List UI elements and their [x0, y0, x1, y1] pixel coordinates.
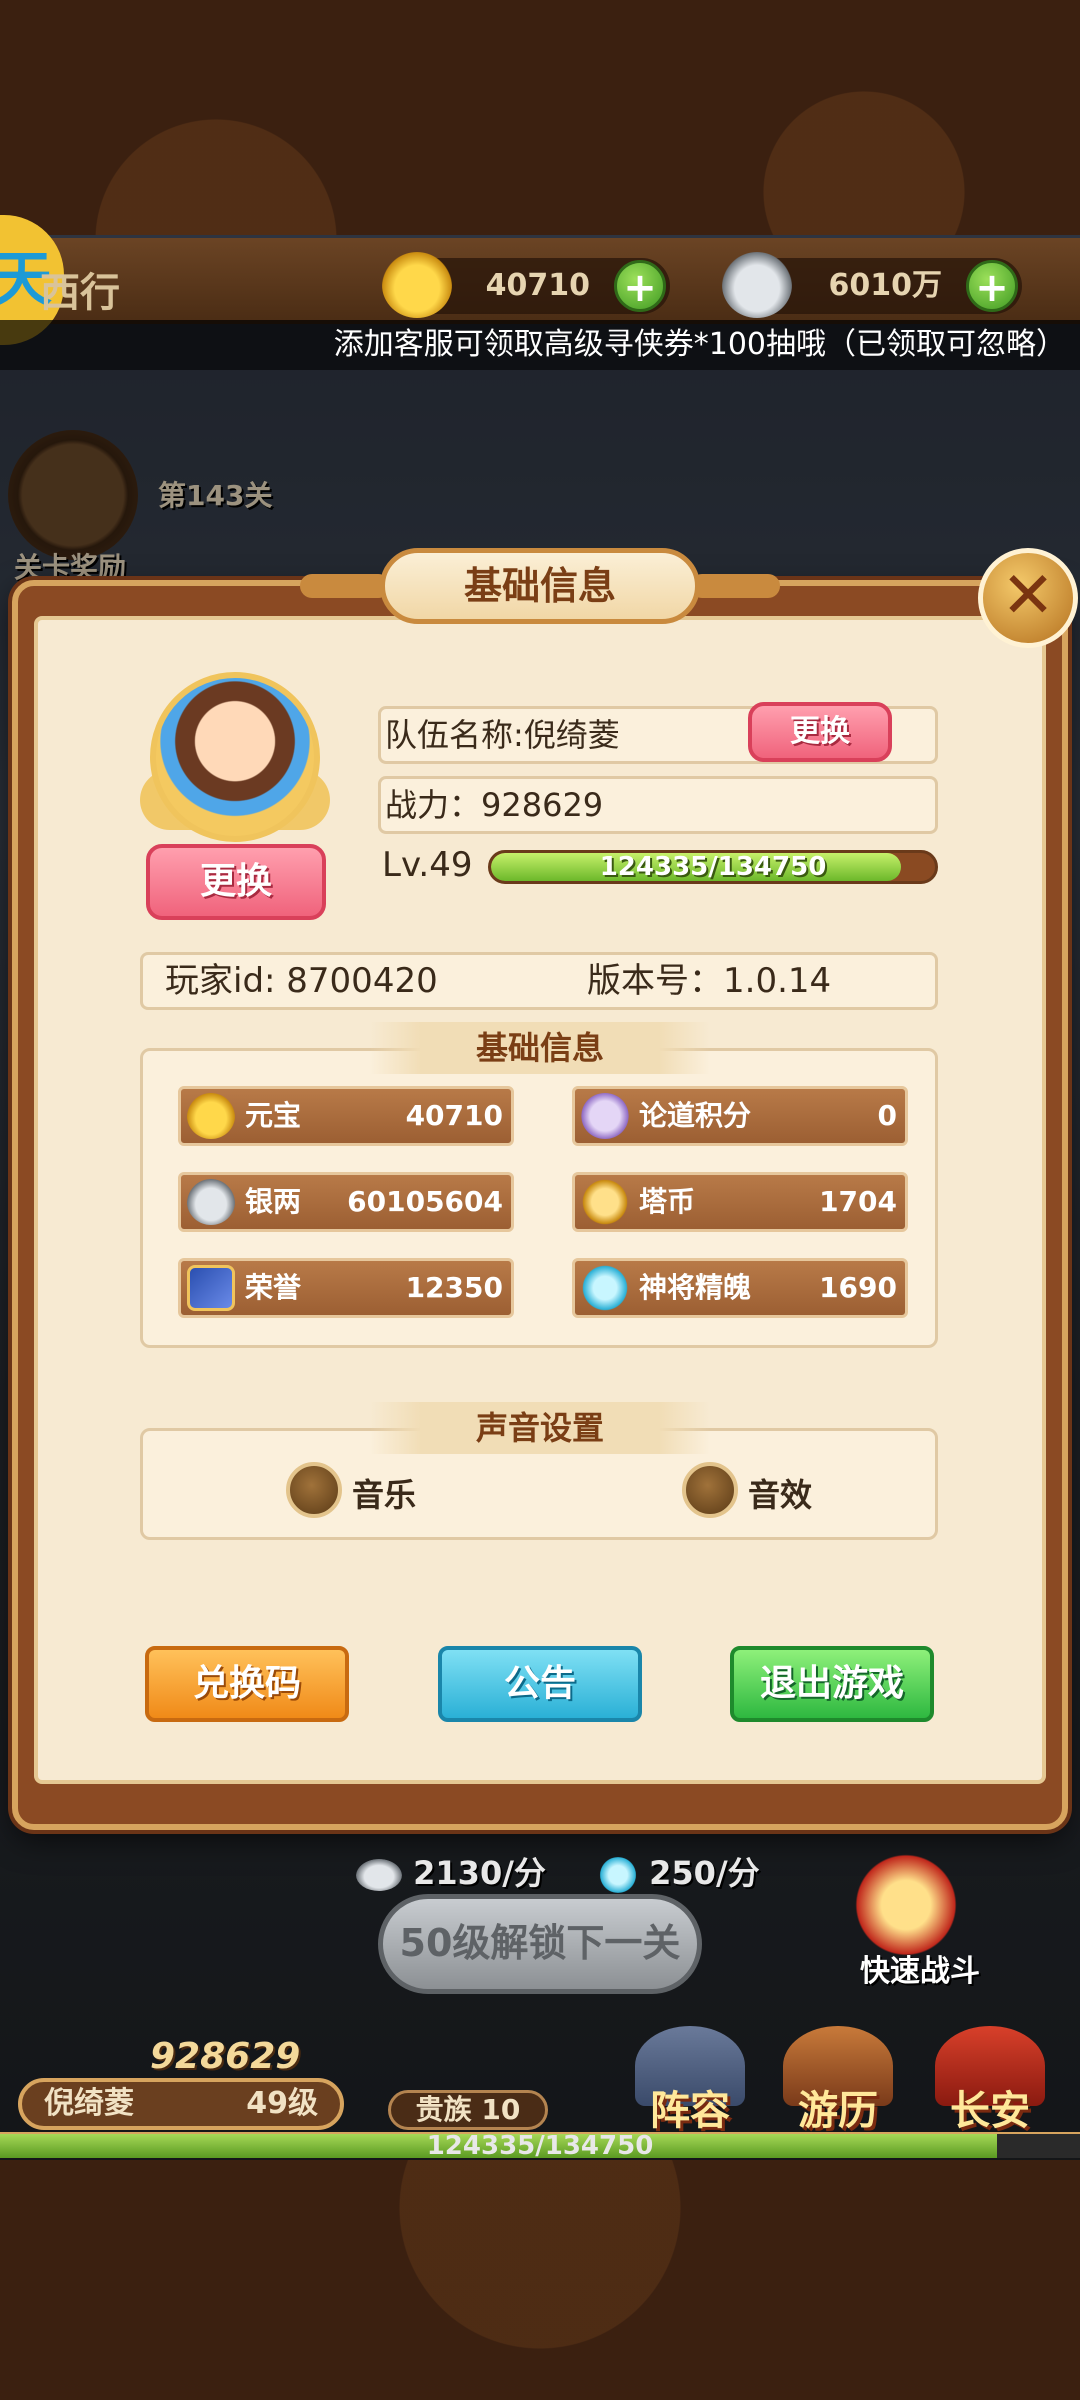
notice-marquee: 添加客服可领取高级寻侠券*100抽哦（已领取可忽略）: [0, 320, 1080, 370]
version-number: 版本号：1.0.14: [587, 961, 832, 1001]
player-name: 倪绮菱: [44, 2086, 134, 2121]
nav-label: 长安: [950, 2088, 1030, 2134]
nav-formation[interactable]: 阵容: [620, 2026, 760, 2136]
change-avatar-button[interactable]: 更换: [146, 844, 326, 920]
silver-ingot-icon: [187, 1179, 235, 1225]
resource-card: 荣誉 12350: [178, 1258, 514, 1318]
resource-name: 神将精魄: [639, 1271, 752, 1304]
resource-name: 论道积分: [639, 1099, 752, 1132]
resource-value: 1704: [819, 1185, 897, 1218]
change-team-name-button[interactable]: 更换: [748, 702, 892, 762]
tower-coin-icon: [581, 1179, 629, 1225]
sfx-label: 音效: [748, 1476, 813, 1514]
silver-rate: 2130/分: [356, 1848, 546, 1894]
silver-ingot-icon: [356, 1859, 402, 1891]
nav-label: 游历: [798, 2088, 878, 2134]
title-ornament-left: [300, 574, 390, 598]
redeem-code-button[interactable]: 兑换码: [145, 1646, 349, 1722]
bottom-exp-text: 124335/134750: [426, 2131, 654, 2161]
resource-value: 40710: [405, 1099, 503, 1132]
exp-text: 124335/134750: [599, 852, 827, 882]
bottom-exp-bar: 124335/134750: [0, 2131, 1080, 2161]
nav-travel[interactable]: 游历: [768, 2026, 908, 2136]
resource-value: 60105604: [347, 1185, 503, 1218]
exp-rate-text: 250/分: [649, 1854, 760, 1892]
quick-battle-label[interactable]: 快速战斗: [860, 1946, 980, 1990]
quick-battle-icon[interactable]: [846, 1850, 966, 1960]
game-name: 西行: [40, 270, 120, 316]
silver-counter: 6010万 +: [722, 252, 1022, 318]
spirit-crystal-icon: [581, 1265, 629, 1311]
add-silver-button[interactable]: +: [966, 260, 1018, 312]
gold-ingot-icon: [382, 252, 452, 318]
gold-counter: 40710 +: [382, 252, 670, 318]
debate-points-icon: [581, 1093, 629, 1139]
nav-label: 阵容: [650, 2088, 730, 2134]
noble-badge[interactable]: 贵族 10: [388, 2090, 548, 2130]
resource-name: 荣誉: [245, 1271, 302, 1304]
resource-name: 塔币: [639, 1185, 696, 1218]
silver-ingot-icon: [722, 252, 792, 318]
exp-rate: 250/分: [598, 1848, 760, 1894]
exit-game-button[interactable]: 退出游戏: [730, 1646, 934, 1722]
spirit-crystal-icon: [598, 1857, 638, 1893]
team-name-text: 队伍名称:倪绮菱: [385, 716, 620, 754]
resource-card: 论道积分 0: [572, 1086, 908, 1146]
honor-icon: [187, 1265, 235, 1311]
resource-value: 12350: [405, 1271, 503, 1304]
level-label: Lv.49: [382, 845, 473, 885]
player-name-plate[interactable]: 倪绮菱 49级: [18, 2078, 344, 2130]
gold-value: 40710: [485, 268, 590, 303]
music-toggle[interactable]: [286, 1462, 342, 1518]
announcement-button[interactable]: 公告: [438, 1646, 642, 1722]
title-ornament-right: [690, 574, 780, 598]
silver-value: 6010万: [828, 268, 943, 303]
resource-name: 银两: [245, 1185, 302, 1218]
dialog-title: 基础信息: [380, 548, 700, 624]
hud-power: 928629: [150, 2036, 301, 2077]
resource-card: 塔币 1704: [572, 1172, 908, 1232]
resource-card: 元宝 40710: [178, 1086, 514, 1146]
basic-info-section-title: 基础信息: [370, 1022, 710, 1074]
music-label: 音乐: [352, 1476, 417, 1514]
resource-value: 0: [877, 1099, 897, 1132]
unlock-next-stage-button[interactable]: 50级解锁下一关: [378, 1894, 702, 1994]
player-id: 玩家id: 8700420: [165, 961, 438, 1001]
silver-rate-text: 2130/分: [413, 1854, 546, 1892]
sound-settings-title: 声音设置: [370, 1402, 710, 1454]
power-row: 战力：928629: [378, 776, 938, 834]
close-icon[interactable]: ✕: [978, 548, 1078, 648]
gold-ingot-icon: [187, 1093, 235, 1139]
resource-name: 元宝: [245, 1099, 302, 1132]
resource-card: 银两 60105604: [178, 1172, 514, 1232]
add-gold-button[interactable]: +: [614, 260, 666, 312]
sfx-toggle[interactable]: [682, 1462, 738, 1518]
nav-city[interactable]: 长安: [920, 2026, 1060, 2136]
resource-card: 神将精魄 1690: [572, 1258, 908, 1318]
player-level: 49级: [246, 2086, 318, 2121]
player-id-row: 玩家id: 8700420 版本号：1.0.14: [140, 952, 938, 1010]
resource-value: 1690: [819, 1271, 897, 1304]
avatar[interactable]: [150, 672, 320, 842]
exp-bar: 124335/134750: [488, 850, 938, 884]
power-text: 战力：928629: [385, 786, 604, 824]
